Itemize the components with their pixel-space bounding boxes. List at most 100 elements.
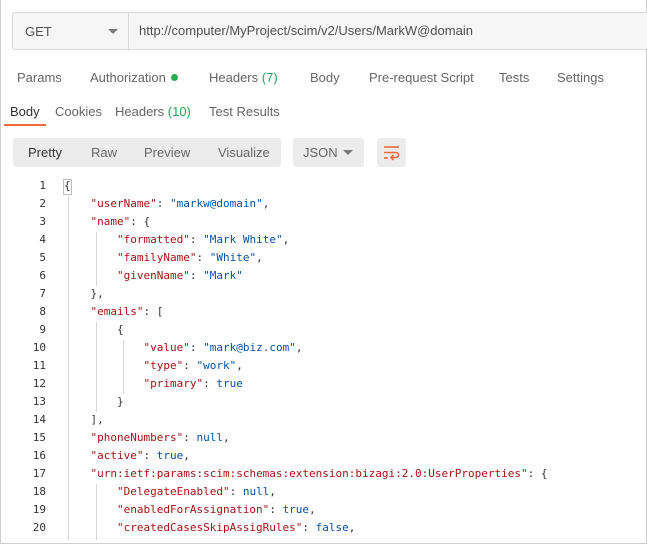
json-key: "urn:ietf:params:scim:schemas:extension:… <box>90 467 528 480</box>
tab-pre-request-script[interactable]: Pre-request Script <box>369 70 474 85</box>
code-line: 15 "phoneNumbers": null, <box>0 429 647 447</box>
json-key: "formatted" <box>116 233 190 246</box>
json-punctuation: , <box>282 233 290 246</box>
json-value: "Mark White" <box>203 233 283 246</box>
tab-response-headers[interactable]: Headers (10) <box>115 104 191 119</box>
tab-body[interactable]: Body <box>310 70 340 85</box>
json-punctuation: , <box>256 251 263 264</box>
json-value: "work" <box>196 359 237 372</box>
tab-params[interactable]: Params <box>17 70 62 85</box>
wrap-lines-button[interactable] <box>377 138 406 167</box>
code-text: "primary": true <box>64 377 243 390</box>
code-line: 10 "value": "mark@biz.com", <box>0 339 647 357</box>
json-punctuation <box>64 503 117 516</box>
json-punctuation: : <box>156 197 170 210</box>
view-preview-button[interactable]: Preview <box>144 145 190 160</box>
chevron-down-icon <box>108 29 118 34</box>
line-number: 19 <box>32 503 46 516</box>
line-number: 1 <box>39 179 46 192</box>
tab-settings[interactable]: Settings <box>557 70 604 85</box>
json-punctuation: : <box>189 341 204 354</box>
code-text: "urn:ietf:params:scim:schemas:extension:… <box>64 467 548 480</box>
tab-tests-label: Tests <box>499 70 530 85</box>
json-value: true <box>216 377 243 390</box>
code-line: 9 { <box>0 321 647 339</box>
json-punctuation: { <box>64 179 71 192</box>
code-text: "phoneNumbers": null, <box>64 431 230 444</box>
json-punctuation: : <box>143 449 157 462</box>
tab-headers[interactable]: Headers (7) <box>209 70 278 85</box>
json-value: "mark@biz.com" <box>203 341 296 354</box>
json-punctuation <box>64 521 117 534</box>
json-punctuation <box>64 341 143 354</box>
json-punctuation <box>64 377 143 390</box>
json-key: "DelegateEnabled" <box>116 485 230 498</box>
request-tabs: Params Authorization Headers (7) Body Pr… <box>0 62 647 92</box>
json-punctuation: , <box>236 359 243 372</box>
json-key: "name" <box>90 215 131 228</box>
code-line: 3 "name": { <box>0 213 647 231</box>
code-line: 8 "emails": [ <box>0 303 647 321</box>
json-punctuation: , <box>269 485 276 498</box>
code-line: 6 "givenName": "Mark" <box>0 267 647 285</box>
view-visualize-button[interactable]: Visualize <box>218 145 270 160</box>
json-punctuation <box>64 269 117 282</box>
json-value: null <box>196 431 223 444</box>
line-number: 11 <box>32 359 46 372</box>
code-text: "name": { <box>64 215 151 228</box>
tab-response-body-label: Body <box>10 104 40 119</box>
tab-headers-label: Headers <box>209 70 259 85</box>
code-text: "DelegateEnabled": null, <box>64 485 276 498</box>
code-text: ], <box>64 413 103 426</box>
line-number: 16 <box>32 449 46 462</box>
tab-response-headers-label: Headers <box>115 104 165 119</box>
json-punctuation: : { <box>527 467 548 480</box>
wrap-lines-icon <box>384 146 400 161</box>
tab-test-results[interactable]: Test Results <box>209 104 280 119</box>
json-punctuation <box>64 485 117 498</box>
json-key: "primary" <box>143 377 204 390</box>
tab-params-label: Params <box>17 70 62 85</box>
json-punctuation <box>64 305 91 318</box>
code-text: "createdCasesSkipAssigRules": false, <box>64 521 355 534</box>
json-punctuation <box>64 197 91 210</box>
json-punctuation: , <box>262 197 270 210</box>
code-line: 16 "active": true, <box>0 447 647 465</box>
line-number: 6 <box>39 269 46 282</box>
tab-cookies[interactable]: Cookies <box>55 104 102 119</box>
format-selector[interactable]: JSON <box>293 138 364 167</box>
json-punctuation: } <box>64 395 124 408</box>
line-number: 7 <box>39 287 46 300</box>
code-line: 1{ <box>0 177 647 195</box>
code-line: 5 "familyName": "White", <box>0 249 647 267</box>
method-selector[interactable]: GET <box>13 13 129 49</box>
format-label: JSON <box>303 145 338 160</box>
tab-response-body[interactable]: Body <box>10 104 40 119</box>
json-value: "markw@domain" <box>169 197 263 210</box>
line-number: 20 <box>32 521 46 534</box>
json-key: "active" <box>90 449 144 462</box>
json-punctuation: : <box>229 485 243 498</box>
code-text: "value": "mark@biz.com", <box>64 341 302 354</box>
json-punctuation: { <box>64 323 124 336</box>
code-line: 12 "primary": true <box>0 375 647 393</box>
json-punctuation <box>64 467 91 480</box>
line-number: 10 <box>32 341 46 354</box>
code-line: 4 "formatted": "Mark White", <box>0 231 647 249</box>
tab-authorization[interactable]: Authorization <box>90 70 178 85</box>
json-punctuation: : <box>302 521 316 534</box>
code-text: } <box>64 395 124 408</box>
json-key: "emails" <box>90 305 144 318</box>
code-text: { <box>64 179 71 192</box>
url-input[interactable] <box>139 13 639 49</box>
json-key: "type" <box>143 359 184 372</box>
tab-tests[interactable]: Tests <box>499 70 529 85</box>
view-pretty-button[interactable]: Pretty <box>28 145 62 160</box>
code-line: 14 ], <box>0 411 647 429</box>
line-number: 14 <box>32 413 46 426</box>
code-text: "userName": "markw@domain", <box>64 197 270 210</box>
request-url-bar: GET <box>12 12 647 50</box>
code-line: 2 "userName": "markw@domain", <box>0 195 647 213</box>
response-tabs: Body Cookies Headers (10) Test Results <box>0 96 647 126</box>
view-raw-button[interactable]: Raw <box>91 145 117 160</box>
